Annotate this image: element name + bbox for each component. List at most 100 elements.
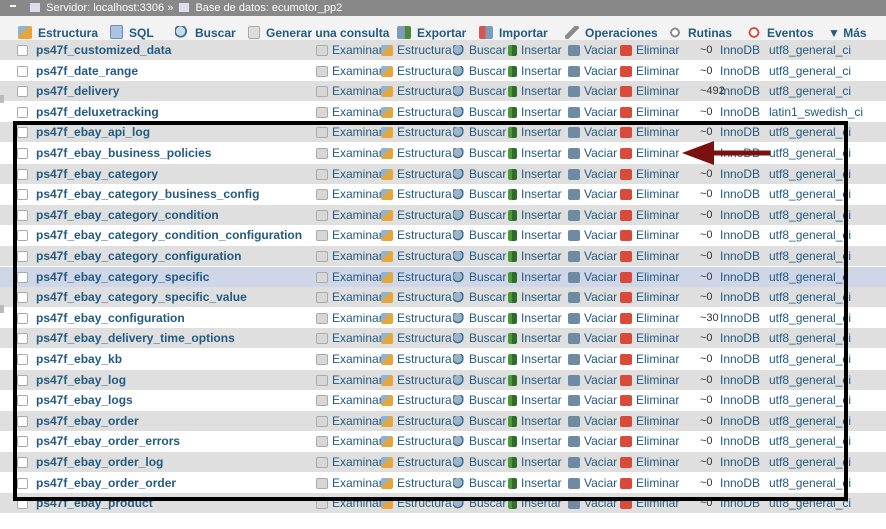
empty-action[interactable]: Vaciar	[568, 102, 617, 122]
action-label: Eliminar	[636, 104, 680, 119]
empty-action[interactable]: Vaciar	[568, 61, 617, 81]
scroll-marker	[0, 95, 4, 103]
browse-action[interactable]: Examinar	[316, 40, 383, 60]
query-icon	[248, 26, 260, 39]
action-label: Eliminar	[636, 63, 680, 78]
action-label: Examinar	[332, 43, 383, 57]
action-label: Examinar	[332, 104, 383, 119]
structure-icon	[381, 65, 393, 77]
row-checkbox[interactable]	[17, 106, 28, 118]
empty-action[interactable]: Vaciar	[568, 40, 617, 60]
browse-icon	[316, 65, 328, 77]
insert-icon	[508, 65, 517, 77]
row-checkbox[interactable]	[17, 86, 28, 98]
row-count: ~0	[700, 44, 713, 56]
empty-table-icon	[568, 65, 580, 77]
table-row[interactable]: ps47f_deluxetracking Examinar Estructura Bu…	[0, 101, 886, 122]
structure-action[interactable]: Estructura	[381, 102, 452, 122]
browse-action[interactable]: Examinar	[316, 81, 383, 101]
insert-icon	[508, 45, 517, 56]
empty-table-icon	[568, 45, 580, 56]
table-row[interactable]: ps47f_date_range Examinar Estructura Buscar…	[0, 60, 886, 81]
annotation-arrow-icon	[682, 141, 770, 165]
action-label: Estructura	[397, 43, 452, 57]
engine: InnoDB	[720, 104, 761, 119]
row-checkbox[interactable]	[17, 65, 28, 77]
routines-icon	[668, 26, 682, 39]
search-icon	[453, 45, 465, 56]
drop-action[interactable]: Eliminar	[620, 40, 679, 60]
row-count: ~0	[700, 105, 713, 118]
table-name-link[interactable]: ps47f_deluxetracking	[36, 102, 159, 122]
tab-label: Estructura	[38, 26, 99, 40]
tab-label: Importar	[499, 26, 548, 40]
structure-action[interactable]: Estructura	[381, 40, 452, 60]
structure-icon	[381, 106, 393, 118]
browse-icon	[316, 45, 328, 56]
structure-action[interactable]: Estructura	[381, 61, 452, 81]
action-label: Estructura	[397, 104, 452, 119]
search-icon	[453, 106, 465, 118]
search-action[interactable]: Buscar	[453, 61, 506, 81]
structure-icon	[381, 45, 393, 56]
action-label: Vaciar	[584, 84, 618, 99]
empty-action[interactable]: Vaciar	[568, 81, 617, 101]
wrench-icon	[565, 26, 579, 39]
action-label: Estructura	[397, 63, 452, 78]
drop-action[interactable]: Eliminar	[620, 61, 679, 81]
collation: utf8_general_ci	[769, 84, 852, 99]
engine: InnoDB	[720, 84, 761, 99]
tab-label: Exportar	[417, 26, 467, 40]
table-row[interactable]: ps47f_delivery Examinar Estructura Buscar In…	[0, 81, 886, 102]
insert-action[interactable]: Insertar	[508, 102, 562, 122]
row-count: ~0	[700, 64, 713, 77]
clock-icon	[747, 26, 761, 39]
collation: utf8_general_ci	[769, 43, 852, 57]
action-label: Buscar	[469, 104, 507, 119]
row-checkbox[interactable]	[17, 45, 28, 56]
action-label: Insertar	[521, 63, 562, 78]
collapse-icon[interactable]	[10, 5, 16, 7]
insert-action[interactable]: Insertar	[508, 81, 562, 101]
search-action[interactable]: Buscar	[453, 102, 506, 122]
browse-action[interactable]: Examinar	[316, 102, 383, 122]
tab-label: SQL	[129, 26, 154, 40]
table-name-link[interactable]: ps47f_customized_data	[36, 40, 171, 60]
action-label: Buscar	[469, 43, 507, 57]
collation: utf8_general_ci	[769, 63, 852, 78]
search-action[interactable]: Buscar	[453, 40, 506, 60]
breadcrumb-database[interactable]: Base de datos: ecumotor_pp2	[195, 0, 342, 16]
collation: latin1_swedish_ci	[769, 104, 864, 119]
table-name-link[interactable]: ps47f_delivery	[36, 81, 119, 101]
browse-icon	[316, 106, 328, 118]
table-row[interactable]: ps47f_customized_data Examinar Estructura B…	[0, 40, 886, 60]
browse-icon	[316, 86, 328, 98]
breadcrumb-server[interactable]: Servidor: localhost:3306 »	[46, 0, 173, 16]
action-label: Buscar	[469, 84, 507, 99]
action-label: Buscar	[469, 63, 507, 78]
search-action[interactable]: Buscar	[453, 81, 506, 101]
action-label: Insertar	[521, 84, 562, 99]
empty-table-icon	[568, 86, 580, 98]
scroll-marker	[0, 305, 4, 313]
import-icon	[479, 26, 493, 39]
action-label: Insertar	[521, 104, 562, 119]
annotation-frame	[13, 121, 848, 501]
structure-icon	[381, 86, 393, 98]
database-icon	[179, 3, 190, 12]
insert-action[interactable]: Insertar	[508, 40, 562, 60]
action-label: Examinar	[332, 63, 383, 78]
browse-action[interactable]: Examinar	[316, 61, 383, 81]
breadcrumb: Servidor: localhost:3306 » Base de datos…	[0, 0, 886, 16]
tab-label: Operaciones	[585, 26, 658, 40]
tab-label: Generar una consulta	[266, 26, 390, 40]
drop-action[interactable]: Eliminar	[620, 102, 679, 122]
insert-action[interactable]: Insertar	[508, 61, 562, 81]
search-icon	[453, 65, 465, 77]
table-name-link[interactable]: ps47f_date_range	[36, 61, 138, 81]
drop-action[interactable]: Eliminar	[620, 81, 679, 101]
empty-table-icon	[568, 106, 580, 118]
tab-label: Rutinas	[688, 26, 733, 40]
tab-label: Eventos	[767, 26, 814, 40]
structure-action[interactable]: Estructura	[381, 81, 452, 101]
